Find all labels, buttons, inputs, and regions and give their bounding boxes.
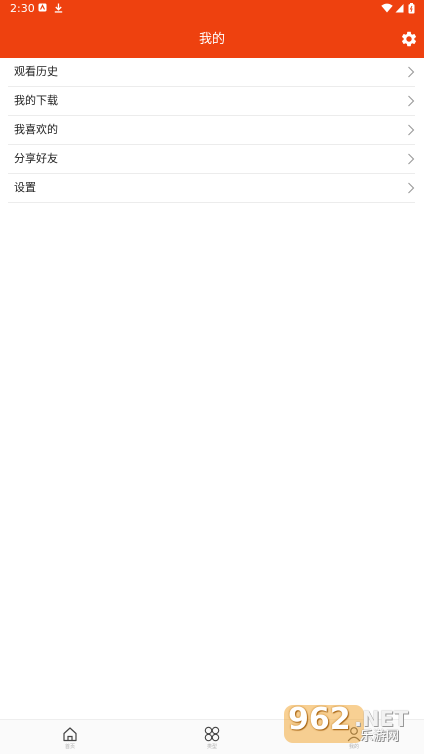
page-title: 我的 [198,32,225,47]
watermark-suffix: .NET [354,707,409,731]
chevron-right-icon [408,66,415,78]
home-icon [63,727,77,742]
tab-home[interactable]: 首页 [40,720,100,754]
menu-item-share[interactable]: 分享好友 [8,145,415,174]
menu-item-favorites[interactable]: 我喜欢的 [8,116,415,145]
status-bar: 2:30 [0,0,424,18]
watermark-text: 乐游网 [360,729,400,744]
menu-item-label: 分享好友 [14,152,58,165]
wifi-icon [381,3,393,13]
app-header: 2:30 我的 [0,0,424,58]
tab-category[interactable]: 类型 [182,720,242,754]
download-icon [54,3,63,13]
watermark-logo: 962 .NET 乐游网 [284,701,420,749]
menu-item-downloads[interactable]: 我的下载 [8,87,415,116]
chevron-right-icon [408,182,415,194]
chevron-right-icon [408,124,415,136]
status-time: 2:30 [10,2,35,15]
notification-app-icon [38,3,47,12]
category-icon [204,726,220,742]
watermark-number: 962 [288,702,351,737]
chevron-right-icon [408,95,415,107]
gear-icon[interactable] [400,30,418,48]
menu-item-label: 我喜欢的 [14,123,58,136]
battery-icon [408,3,415,14]
menu-item-history[interactable]: 观看历史 [8,58,415,87]
signal-icon [395,4,404,13]
tab-label: 首页 [64,744,75,750]
menu-item-settings[interactable]: 设置 [8,174,415,203]
menu-item-label: 观看历史 [14,65,58,78]
tab-label: 类型 [206,744,217,750]
chevron-right-icon [408,153,415,165]
menu-list: 观看历史 我的下载 我喜欢的 分享好友 设置 [0,58,424,203]
menu-item-label: 设置 [14,181,36,194]
menu-item-label: 我的下载 [14,94,58,107]
